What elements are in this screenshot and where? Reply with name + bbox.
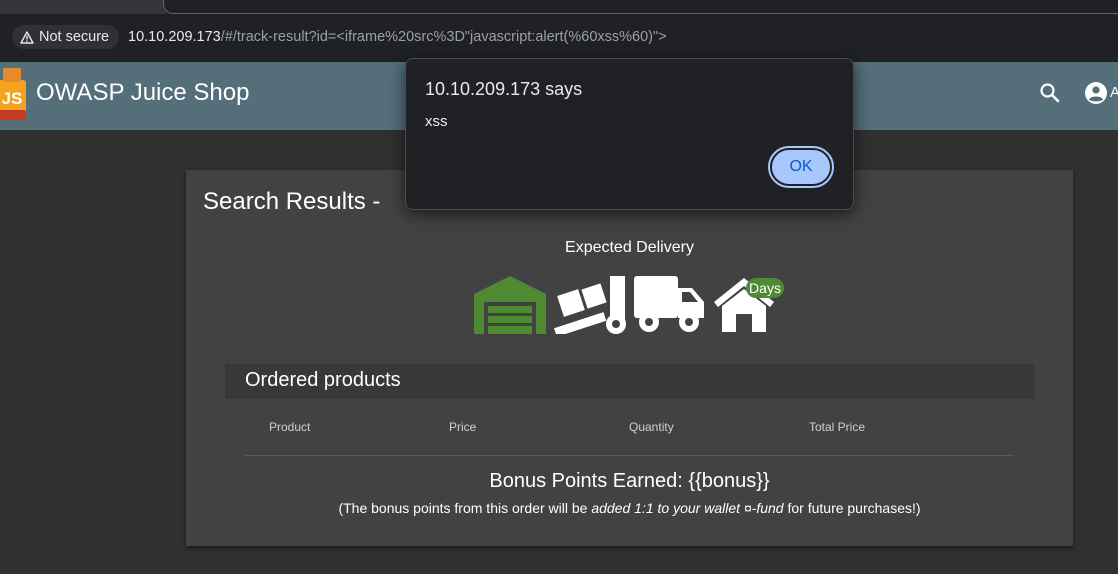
bonus-points-note: (The bonus points from this order will b… [186,500,1073,516]
ok-button[interactable]: OK [768,146,834,188]
app-title[interactable]: OWASP Juice Shop [36,79,249,107]
dolly-icon [554,276,626,334]
column-header-quantity: Quantity [629,420,674,434]
url-path: /#/track-result?id=<iframe%20src%3D"java… [220,29,667,45]
search-icon[interactable] [1038,81,1062,105]
security-indicator[interactable]: Not secure [12,25,120,49]
ordered-products-title: Ordered products [245,369,401,391]
days-badge: Days [746,278,784,298]
table-divider [245,455,1014,456]
browser-tab-active[interactable] [163,0,1118,14]
ordered-products-header: Ordered products [225,364,1034,399]
truck-icon [634,276,704,332]
security-label: Not secure [39,29,110,45]
alert-dialog: 10.10.209.173 says xss OK [405,58,854,210]
url-text[interactable]: 10.10.209.173/#/track-result?id=<iframe%… [128,29,667,45]
column-header-total-price: Total Price [809,420,866,434]
juice-shop-logo[interactable]: JS [0,66,30,127]
warning-icon [20,30,34,44]
warehouse-icon [474,276,546,334]
logo-text: JS [2,89,23,108]
column-header-product: Product [269,420,311,434]
account-icon[interactable] [1084,81,1108,105]
address-bar[interactable]: Not secure 10.10.209.173/#/track-result?… [0,22,1118,62]
url-host: 10.10.209.173 [128,29,221,45]
bonus-points-heading: Bonus Points Earned: {{bonus}} [489,470,770,492]
dialog-message: xss [425,113,448,130]
results-card: Search Results - Expected Delivery Days … [186,170,1073,546]
column-header-price: Price [449,420,477,434]
browser-tab[interactable]: p [0,0,170,14]
account-label[interactable]: A [1110,84,1118,101]
search-results-title: Search Results - [203,188,381,215]
bonus-note-prefix: (The bonus points from this order will b… [338,500,592,516]
dialog-title: 10.10.209.173 says [425,79,583,99]
expected-delivery-label: Expected Delivery [565,239,694,256]
bonus-note-emphasis: added 1:1 to your wallet ¤-fund [591,500,784,516]
bonus-note-suffix: for future purchases!) [783,500,921,516]
browser-tab-strip: p [0,0,1118,22]
